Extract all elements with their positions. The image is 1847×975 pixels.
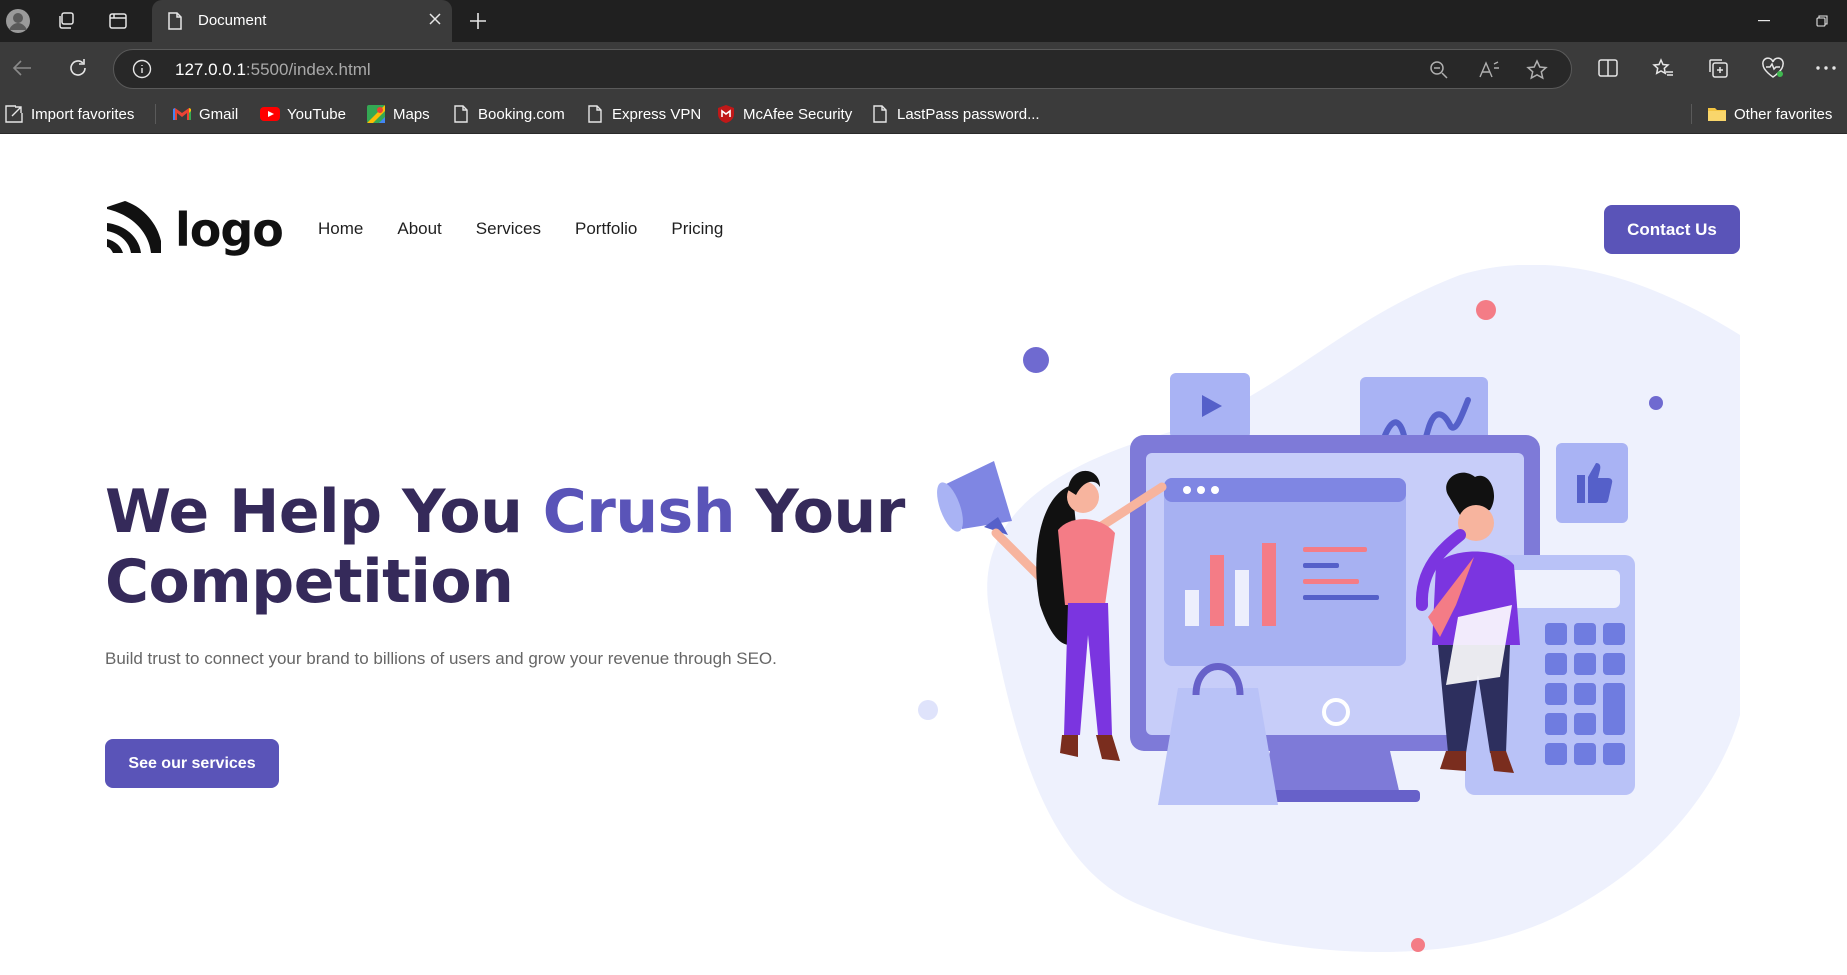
- split-screen-icon[interactable]: [1590, 50, 1626, 86]
- read-aloud-icon[interactable]: [1476, 58, 1502, 82]
- decor-dot: [1476, 300, 1496, 320]
- bookmarks-bar: Import favorites Gmail YouTube Maps Book…: [0, 94, 1847, 134]
- more-menu-icon[interactable]: [1808, 50, 1844, 86]
- browser-essentials-icon[interactable]: [1755, 50, 1791, 86]
- profile-avatar-icon[interactable]: [2, 6, 34, 36]
- headline-accent: Crush: [542, 477, 736, 547]
- thumbs-up-card: [1556, 443, 1628, 523]
- refresh-icon[interactable]: [60, 50, 96, 86]
- bookmark-other-favorites[interactable]: Other favorites: [1707, 103, 1832, 125]
- hero-subtext: Build trust to connect your brand to bil…: [105, 649, 777, 668]
- decor-dot: [1649, 396, 1663, 410]
- tab-actions-icon[interactable]: [102, 6, 134, 36]
- logo-mark-icon: [105, 199, 161, 260]
- browser-tab-bar: Document: [0, 0, 1847, 42]
- hero-illustration: [900, 264, 1760, 965]
- contact-us-button[interactable]: Contact Us: [1604, 205, 1740, 254]
- youtube-icon: [260, 104, 280, 124]
- decor-dot: [1023, 347, 1049, 373]
- logo-text: logo: [175, 202, 284, 257]
- browser-toolbar: 127.0.0.1:5500/index.html: [0, 42, 1847, 94]
- bookmark-import-favorites[interactable]: Import favorites: [4, 103, 134, 125]
- hero-headline: We Help You Crush Your Competition: [105, 477, 905, 617]
- restore-icon[interactable]: [1802, 8, 1842, 34]
- bookmark-gmail[interactable]: Gmail: [172, 103, 238, 125]
- favorite-star-icon[interactable]: [1524, 58, 1550, 82]
- url-text[interactable]: 127.0.0.1:5500/index.html: [175, 60, 371, 80]
- close-tab-icon[interactable]: [428, 12, 442, 31]
- site-info-icon[interactable]: [132, 59, 152, 84]
- page-icon: [585, 104, 605, 124]
- import-icon: [4, 104, 24, 124]
- maps-icon: [366, 104, 386, 124]
- bookmark-separator: [155, 104, 156, 124]
- bookmark-lastpass[interactable]: LastPass password...: [870, 103, 1040, 125]
- minimize-icon[interactable]: [1744, 8, 1784, 34]
- zoom-out-icon[interactable]: [1426, 58, 1452, 82]
- bookmark-maps[interactable]: Maps: [366, 103, 430, 125]
- video-card: [1170, 373, 1250, 439]
- decor-dot: [918, 700, 938, 720]
- nav-services[interactable]: Services: [476, 219, 541, 239]
- tab-document[interactable]: Document: [152, 0, 452, 42]
- bookmark-separator: [1691, 104, 1692, 124]
- nav-about[interactable]: About: [397, 219, 441, 239]
- nav-portfolio[interactable]: Portfolio: [575, 219, 637, 239]
- mcafee-icon: [716, 104, 736, 124]
- decor-dot: [1411, 938, 1425, 952]
- new-tab-button[interactable]: [462, 6, 494, 36]
- page-icon: [451, 104, 471, 124]
- bookmark-express-vpn[interactable]: Express VPN: [585, 103, 701, 125]
- page-icon: [870, 104, 890, 124]
- folder-icon: [1707, 104, 1727, 124]
- nav-pricing[interactable]: Pricing: [671, 219, 723, 239]
- see-services-button[interactable]: See our services: [105, 739, 279, 788]
- bookmark-youtube[interactable]: YouTube: [260, 103, 346, 125]
- address-bar[interactable]: 127.0.0.1:5500/index.html: [113, 49, 1572, 89]
- nav-home[interactable]: Home: [318, 219, 363, 239]
- tab-title: Document: [198, 12, 267, 29]
- page-icon: [168, 12, 182, 35]
- workspaces-icon[interactable]: [50, 6, 82, 36]
- site-logo[interactable]: logo: [105, 199, 284, 260]
- gmail-icon: [172, 104, 192, 124]
- bookmark-booking[interactable]: Booking.com: [451, 103, 565, 125]
- back-icon[interactable]: [4, 50, 40, 86]
- favorites-icon[interactable]: [1645, 50, 1681, 86]
- web-page: logo Home About Services Portfolio Prici…: [0, 135, 1847, 975]
- bookmark-mcafee[interactable]: McAfee Security: [716, 103, 852, 125]
- collections-icon[interactable]: [1700, 50, 1736, 86]
- main-nav: Home About Services Portfolio Pricing: [318, 219, 757, 239]
